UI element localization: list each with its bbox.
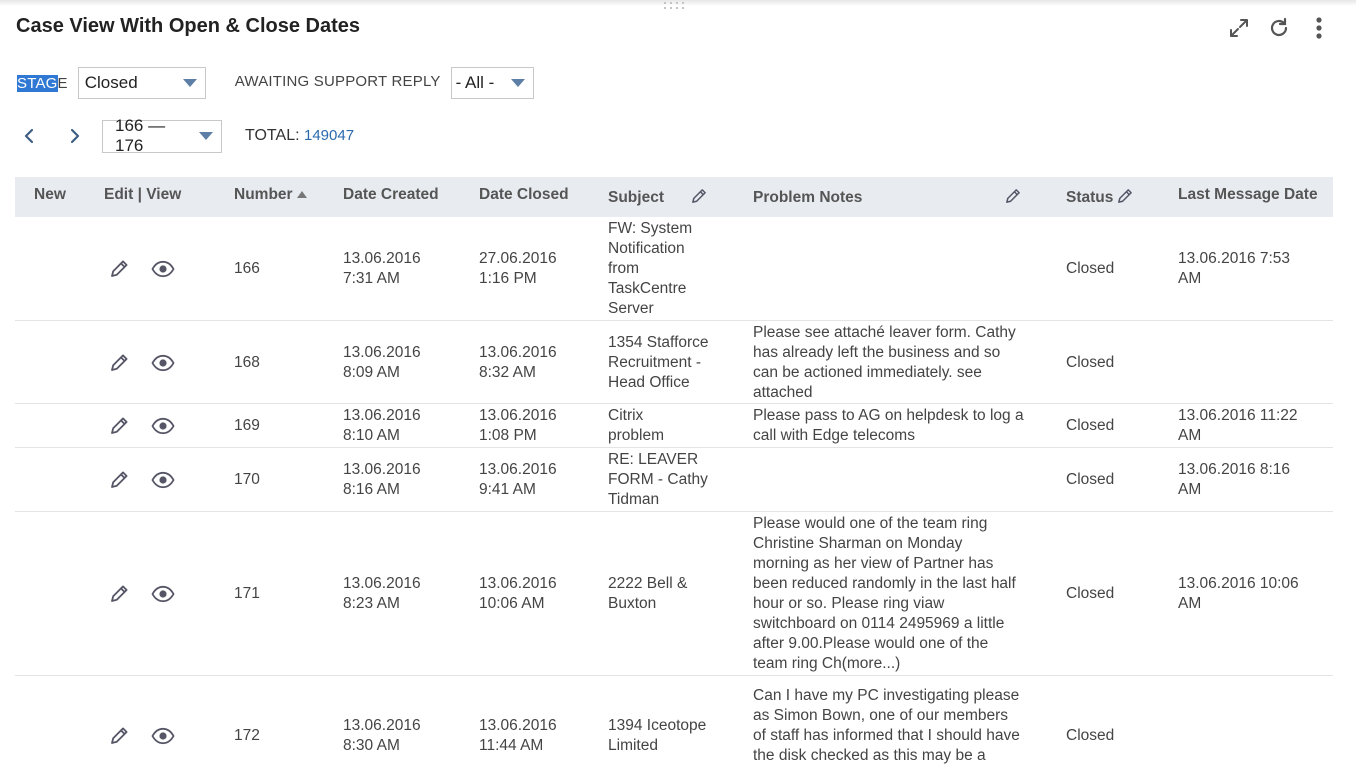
header-actions [1228, 16, 1330, 40]
date-created: 13.06.2016 8:23 AM [343, 575, 421, 612]
sort-asc-icon [296, 190, 307, 198]
edit-pencil-icon[interactable] [108, 583, 130, 605]
problem-notes: Please pass to AG on helpdesk to log a ca… [753, 407, 1024, 444]
page-range-select[interactable]: 166 — 176 [102, 116, 222, 155]
case-number[interactable]: 169 [234, 416, 260, 436]
date-closed: 13.06.2016 8:32 AM [479, 343, 557, 381]
prev-page-icon[interactable] [17, 120, 41, 152]
stage-label: STAGE [17, 74, 68, 92]
drag-handle-icon[interactable] [664, 2, 686, 10]
next-page-icon[interactable] [63, 120, 87, 152]
table-row[interactable]: 169 13.06.2016 8:10 AM 13.06.2016 1:08 PM Cit… [15, 404, 1333, 448]
status-value: Closed [1066, 260, 1115, 277]
subject: 2222 Bell & Buxton [608, 575, 688, 612]
chevron-down-icon [182, 79, 197, 87]
status-value: Closed [1066, 585, 1115, 602]
table-row[interactable]: 171 13.06.2016 8:23 AM 13.06.2016 10:06 AM 22… [15, 512, 1333, 676]
more-vertical-icon[interactable] [1308, 16, 1330, 40]
case-number[interactable]: 170 [234, 470, 260, 490]
status-value: Closed [1066, 353, 1115, 371]
case-table: New Edit | View Number Date Created Date… [15, 177, 1333, 766]
view-eye-icon[interactable] [151, 471, 175, 489]
subject: 1394 Iceotope Limited [608, 717, 707, 754]
view-eye-icon[interactable] [151, 585, 175, 603]
pencil-icon[interactable] [1116, 188, 1133, 205]
page-title: Case View With Open & Close Dates [16, 15, 360, 37]
problem-notes: Can I have my PC investigating please as … [753, 687, 1020, 764]
table-row[interactable]: 172 13.06.2016 8:30 AM 13.06.2016 11:44 AM 13… [15, 676, 1333, 766]
filter-bar: STAGE Closed AWAITING SUPPORT REPLY - Al… [17, 67, 534, 99]
pencil-icon[interactable] [690, 188, 707, 205]
view-eye-icon[interactable] [151, 354, 175, 372]
col-edit-view: Edit | View [104, 186, 182, 203]
case-number[interactable]: 166 [234, 259, 260, 279]
table-body: 166 13.06.2016 7:31 AM 27.06.2016 1:16 PM FW:… [15, 217, 1333, 766]
last-message-date: 13.06.2016 8:16 AM [1178, 461, 1291, 498]
date-closed: 13.06.2016 1:08 PM [479, 407, 557, 444]
col-problem-notes[interactable]: Problem Notes [753, 189, 862, 207]
status-value: Closed [1066, 417, 1115, 434]
subject: 1354 Stafforce Recruitment - Head Office [608, 334, 709, 391]
view-eye-icon[interactable] [151, 727, 175, 745]
date-closed: 27.06.2016 1:16 PM [479, 250, 557, 287]
last-message-date: 13.06.2016 7:53 AM [1178, 250, 1291, 287]
stage-select[interactable]: Closed [77, 67, 206, 99]
table-header: New Edit | View Number Date Created Date… [15, 177, 1333, 217]
pencil-icon[interactable] [1004, 188, 1021, 205]
date-created: 13.06.2016 8:30 AM [343, 717, 421, 754]
date-created: 13.06.2016 7:31 AM [343, 250, 421, 287]
case-number[interactable]: 171 [234, 584, 260, 604]
date-closed: 13.06.2016 10:06 AM [479, 575, 557, 612]
chevron-down-icon [199, 131, 213, 140]
status-value: Closed [1066, 471, 1115, 488]
page-range-value: 166 — 176 [115, 116, 166, 155]
date-closed: 13.06.2016 11:44 AM [479, 717, 557, 754]
awaiting-support-label: AWAITING SUPPORT REPLY [234, 72, 441, 90]
col-number[interactable]: Number [234, 186, 307, 204]
table-row[interactable]: 166 13.06.2016 7:31 AM 27.06.2016 1:16 PM FW:… [15, 217, 1333, 321]
view-eye-icon[interactable] [151, 260, 175, 278]
col-date-closed[interactable]: Date Closed [479, 186, 569, 204]
chevron-down-icon [510, 79, 525, 87]
status-value: Closed [1066, 727, 1115, 744]
date-created: 13.06.2016 8:10 AM [343, 407, 421, 444]
edit-pencil-icon[interactable] [108, 469, 130, 491]
col-subject[interactable]: Subject [608, 189, 664, 207]
pager: 166 — 176 TOTAL: 149047 [17, 116, 355, 155]
view-eye-icon[interactable] [151, 417, 175, 435]
table-row[interactable]: 168 13.06.2016 8:09 AM 13.06.2016 8:32 AM 135… [15, 321, 1333, 404]
last-message-date: 13.06.2016 11:22 AM [1178, 407, 1298, 444]
date-created: 13.06.2016 8:16 AM [343, 461, 421, 498]
col-date-created[interactable]: Date Created [343, 186, 439, 204]
case-number[interactable]: 168 [234, 353, 260, 373]
refresh-icon[interactable] [1268, 16, 1290, 40]
awaiting-support-select[interactable]: - All - [450, 67, 534, 99]
date-closed: 13.06.2016 9:41 AM [479, 461, 557, 498]
table-row[interactable]: 170 13.06.2016 8:16 AM 13.06.2016 9:41 AM RE:… [15, 448, 1333, 512]
expand-icon[interactable] [1228, 16, 1250, 40]
col-status[interactable]: Status [1066, 189, 1113, 207]
last-message-date: 13.06.2016 10:06 AM [1178, 575, 1299, 612]
stage-select-value: Closed [84, 73, 138, 92]
col-last-message-date[interactable]: Last Message Date [1178, 186, 1318, 204]
col-new[interactable]: New [34, 186, 66, 204]
edit-pencil-icon[interactable] [108, 415, 130, 437]
case-number[interactable]: 172 [234, 726, 260, 746]
date-created: 13.06.2016 8:09 AM [343, 343, 421, 381]
subject: Citrix problem [608, 407, 664, 444]
subject: FW: System Notification from TaskCentre Serv… [608, 220, 693, 317]
problem-notes: Please would one of the team ring Christi… [753, 515, 1016, 672]
problem-notes: Please see attaché leaver form. Cathy has… [753, 324, 1016, 401]
edit-pencil-icon[interactable] [108, 258, 130, 280]
awaiting-select-value: - All - [455, 73, 495, 92]
edit-pencil-icon[interactable] [108, 352, 130, 374]
edit-pencil-icon[interactable] [108, 725, 130, 747]
total-count: TOTAL: 149047 [245, 127, 355, 144]
subject: RE: LEAVER FORM - Cathy Tidman [608, 451, 708, 508]
